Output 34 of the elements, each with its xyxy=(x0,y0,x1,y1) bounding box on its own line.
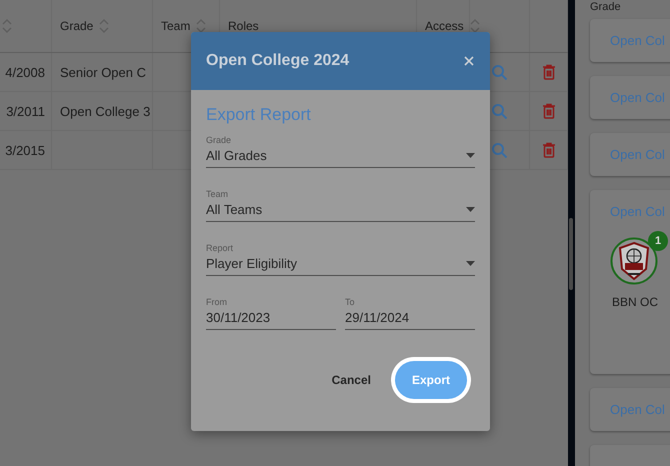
sort-icon[interactable] xyxy=(470,18,480,34)
close-icon[interactable] xyxy=(464,56,474,66)
column-header[interactable]: Access xyxy=(425,19,464,33)
caret-icon xyxy=(466,207,475,212)
column-header[interactable]: Team xyxy=(161,19,190,33)
export-button[interactable]: Export xyxy=(395,361,467,399)
column-header[interactable]: Roles xyxy=(228,19,259,33)
scrollbar-thumb[interactable] xyxy=(569,218,573,290)
search-icon[interactable] xyxy=(491,102,508,120)
table-cell: Senior Open C xyxy=(60,64,146,80)
select-field[interactable]: Grade All Grades xyxy=(206,135,475,168)
caret-icon xyxy=(466,261,475,266)
grade-card[interactable]: Open Col 1 BBN OC xyxy=(590,190,670,374)
count-badge: 1 xyxy=(648,231,668,251)
trash-icon[interactable] xyxy=(542,103,556,119)
search-icon[interactable] xyxy=(491,64,508,80)
search-icon[interactable] xyxy=(491,142,508,158)
table-cell: 4/2008 xyxy=(5,64,45,80)
panel-heading: Grade xyxy=(590,1,622,13)
sort-icon[interactable] xyxy=(196,18,206,34)
table-cell: 3/2011 xyxy=(6,104,45,118)
trash-icon[interactable] xyxy=(542,64,556,80)
caret-icon xyxy=(466,153,475,158)
select-field[interactable]: Team All Teams xyxy=(206,189,475,222)
column-header[interactable]: Grade xyxy=(60,19,94,33)
select-field[interactable]: Report Player Eligibility xyxy=(206,243,475,276)
trash-icon[interactable] xyxy=(542,142,556,158)
date-field[interactable]: To 29/11/2024 xyxy=(345,297,475,330)
date-field[interactable]: From 30/11/2023 xyxy=(206,297,336,330)
table-cell: Open College 3 xyxy=(60,104,150,118)
cancel-button[interactable]: Cancel xyxy=(328,367,375,393)
dialog-title: Open College 2024 xyxy=(206,52,350,70)
table-cell: 3/2015 xyxy=(5,142,45,158)
dialog-heading: Export Report xyxy=(206,105,312,125)
